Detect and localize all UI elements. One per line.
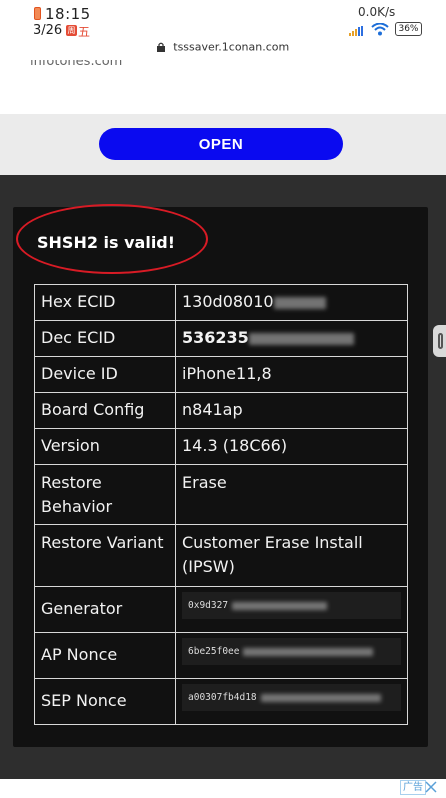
- url-text: tsssaver.1conan.com: [173, 40, 290, 54]
- table-row: Version 14.3 (18C66): [34, 428, 408, 465]
- row-label: SEP Nonce: [34, 678, 176, 725]
- row-label: Device ID: [34, 356, 176, 393]
- table-row: Hex ECID 130d08010: [34, 284, 408, 321]
- table-row: Device ID iPhone11,8: [34, 356, 408, 393]
- status-bar: 18:15 3/26 周 五 0.0K/s 36%: [0, 0, 446, 40]
- row-value: Customer Erase Install (IPSW): [175, 524, 408, 587]
- ad-banner: [0, 779, 446, 798]
- row-label: Version: [34, 428, 176, 465]
- table-row: Restore Behavior Erase: [34, 464, 408, 525]
- highlight-circle: [16, 204, 208, 274]
- row-value: 130d08010: [175, 284, 408, 321]
- row-label: Dec ECID: [34, 320, 176, 357]
- table-row: AP Nonce 6be25f0ee: [34, 632, 408, 679]
- row-value: 6be25f0ee: [175, 632, 408, 679]
- network-speed: 0.0K/s: [358, 5, 396, 19]
- battery-level: 36%: [395, 22, 422, 36]
- lock-icon: [156, 42, 165, 52]
- ad-label: 广告: [400, 780, 426, 795]
- code-block: 6be25f0ee: [182, 638, 401, 665]
- status-weekday: 五: [78, 25, 91, 39]
- table-row: Generator 0x9d327: [34, 586, 408, 633]
- floating-side-handle[interactable]: [433, 325, 446, 357]
- row-value: iPhone11,8: [175, 356, 408, 393]
- row-label: Restore Behavior: [34, 464, 176, 525]
- shsh-info-table: Hex ECID 130d08010 Dec ECID 536235 Devic…: [34, 284, 408, 725]
- code-block: 0x9d327: [182, 592, 401, 619]
- row-value: 0x9d327: [175, 586, 408, 633]
- table-row: SEP Nonce a00307fb4d18: [34, 678, 408, 725]
- code-block: a00307fb4d18: [182, 684, 401, 711]
- battery-saver-icon: [34, 7, 41, 20]
- wifi-icon: [371, 23, 389, 36]
- table-row: Board Config n841ap: [34, 392, 408, 429]
- row-label: Generator: [34, 586, 176, 633]
- open-button[interactable]: OPEN: [99, 128, 343, 160]
- signal-icon: [349, 26, 363, 36]
- row-value: 536235: [175, 320, 408, 357]
- row-value: a00307fb4d18: [175, 678, 408, 725]
- row-value: Erase: [175, 464, 408, 525]
- table-row: Dec ECID 536235: [34, 320, 408, 357]
- row-label: Board Config: [34, 392, 176, 429]
- status-date: 3/26: [33, 23, 63, 38]
- redaction-blur: [260, 693, 381, 702]
- redaction-blur: [243, 647, 374, 656]
- row-value: n841ap: [175, 392, 408, 429]
- row-value: 14.3 (18C66): [175, 428, 408, 465]
- partial-text: infotones.com: [30, 60, 123, 69]
- redaction-blur: [273, 296, 326, 309]
- row-label: Hex ECID: [34, 284, 176, 321]
- close-icon[interactable]: [425, 781, 437, 793]
- redaction-blur: [248, 332, 354, 345]
- row-label: AP Nonce: [34, 632, 176, 679]
- row-label: Restore Variant: [34, 524, 176, 587]
- table-row: Restore Variant Customer Erase Install (…: [34, 524, 408, 587]
- calendar-badge-icon: 周: [66, 25, 77, 36]
- status-time: 18:15: [45, 5, 91, 23]
- redaction-blur: [232, 601, 328, 610]
